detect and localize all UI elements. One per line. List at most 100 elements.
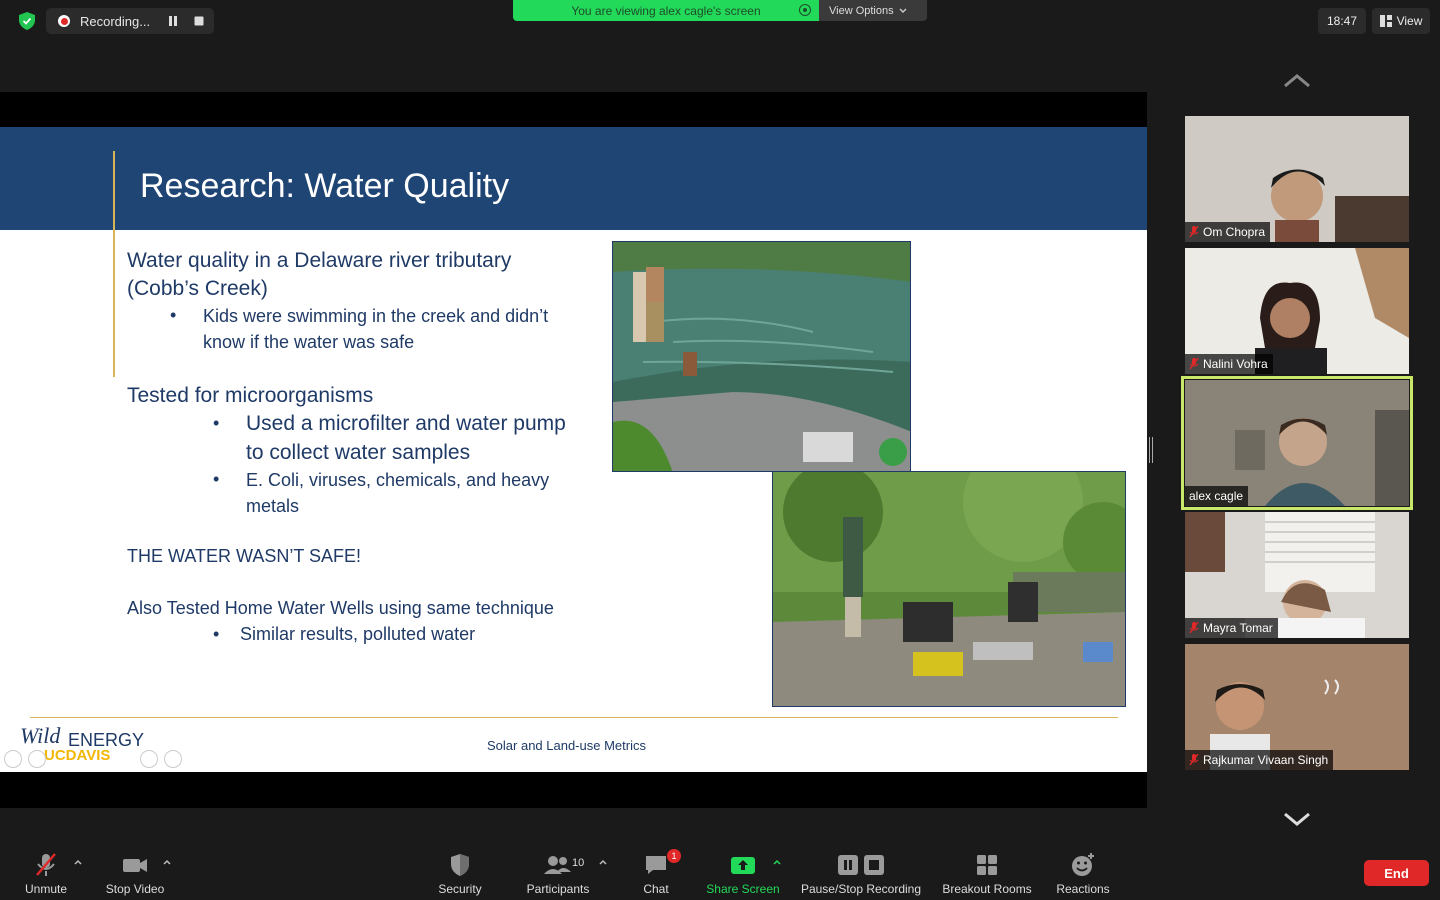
stop-recording-icon[interactable] [192,14,206,28]
meeting-clock: 18:47 [1318,8,1366,34]
slide-paragraph-1-line-1: Water quality in a Delaware river tribut… [127,249,512,272]
participants-count: 10 [572,857,585,869]
participant-name: Mayra Tomar [1203,621,1273,635]
pause-stop-recording-button[interactable]: Pause/Stop Recording [798,852,924,896]
unmute-button[interactable]: Unmute [22,852,70,896]
video-options-caret-icon[interactable] [162,858,172,866]
muted-mic-icon [1189,226,1199,238]
slide-paragraph-4: Also Tested Home Water Wells using same … [127,598,554,618]
participant-name-label: Nalini Vohra [1185,354,1273,374]
share-screen-label: Share Screen [706,882,780,896]
participant-name-label: Rajkumar Vivaan Singh [1185,750,1334,770]
participants-label: Participants [526,882,590,896]
participant-name-label: Mayra Tomar [1185,618,1278,638]
participant-name: alex cagle [1189,489,1244,503]
slide-title: Research: Water Quality [140,167,510,205]
video-tile-alex-cagle[interactable]: alex cagle [1181,376,1413,510]
chat-button[interactable]: 1 Chat [638,849,681,896]
participant-name-label: alex cagle [1185,486,1249,506]
view-label: View [1396,14,1423,28]
participant-gallery: Om Chopra Nalini Vohra alex cagle Mayra … [1147,44,1440,844]
slide-more-icon[interactable] [164,750,182,768]
slide-bullet-2-line-2: to collect water samples [246,441,471,464]
chevron-down-icon [899,8,907,13]
participants-icon [544,856,571,874]
bullet-marker: • [213,624,220,644]
slide-bullet-1-line-2: know if the water was safe [203,332,415,352]
breakout-rooms-icon [977,855,997,875]
recording-dot-icon [58,15,70,27]
view-options-button[interactable]: View Options [819,0,927,21]
viewing-banner-text: You are viewing alex cagle's screen [571,3,761,18]
grid-view-icon [1379,15,1392,27]
chevron-down-icon[interactable] [1282,810,1312,828]
reactions-button[interactable]: Reactions [1054,852,1112,896]
zoom-meeting-window: Recording... You are viewing alex cagle'… [0,0,1440,900]
security-button[interactable]: Security [436,852,484,896]
video-tile-nalini-vohra[interactable]: Nalini Vohra [1185,248,1409,374]
video-tile-rajkumar-vivaan-singh[interactable]: Rajkumar Vivaan Singh [1185,644,1409,770]
slide-bullet-3-line-2: metals [246,496,300,516]
meeting-toolbar: Unmute Stop Video Security 10 Participan… [0,846,1440,900]
security-shield-icon[interactable] [14,9,40,33]
previous-slide-icon[interactable] [4,750,22,768]
chat-unread-badge: 1 [667,849,681,863]
pause-recording-icon[interactable] [166,14,180,28]
bullet-marker: • [170,305,177,325]
slide-paragraph-2: Tested for microorganisms [127,384,374,407]
reactions-smiley-icon [1072,853,1094,876]
next-slide-icon[interactable] [28,750,46,768]
muted-mic-icon [1189,754,1199,766]
chat-bubble-icon [646,856,666,874]
slide-paragraph-3: THE WATER WASN’T SAFE! [127,546,362,566]
share-screen-icon [731,857,755,874]
share-options-caret-icon[interactable] [772,858,782,866]
recording-label: Recording... [80,13,151,29]
viewing-banner: You are viewing alex cagle's screen [513,0,819,21]
breakout-rooms-button[interactable]: Breakout Rooms [940,852,1034,896]
end-meeting-button[interactable]: End [1364,860,1429,886]
bullet-marker: • [213,469,220,489]
stop-video-button[interactable]: Stop Video [103,852,167,896]
security-label: Security [438,882,482,896]
pause-stop-recording-label: Pause/Stop Recording [800,882,922,896]
slide-bullet-3-line-1: E. Coli, viruses, chemicals, and heavy [246,470,550,490]
chat-label: Chat [643,882,669,896]
participant-name: Rajkumar Vivaan Singh [1203,753,1329,767]
stop-viewing-icon[interactable] [799,4,811,16]
slide-menu-icon[interactable] [140,750,158,768]
unmute-label: Unmute [24,882,68,896]
slide-navigation-controls [4,750,182,768]
stop-video-label: Stop Video [105,882,165,896]
share-screen-button[interactable]: Share Screen [704,852,782,896]
recording-indicator: Recording... [46,8,214,34]
participants-options-caret-icon[interactable] [598,858,608,866]
video-tile-mayra-tomar[interactable]: Mayra Tomar [1185,512,1409,638]
participant-name: Nalini Vohra [1203,357,1268,371]
muted-mic-icon [1189,358,1199,370]
shield-icon [451,854,469,876]
slide-footer-line [30,717,1118,718]
participants-button[interactable]: 10 Participants [524,852,592,896]
chevron-up-icon[interactable] [1282,72,1312,90]
muted-mic-icon [1189,622,1199,634]
shared-screen-area: Research: Water Quality Water quality in… [0,92,1147,808]
slide-bullet-2-line-1: Used a microfilter and water pump [246,412,566,435]
pause-stop-recording-icon [838,855,884,875]
view-button[interactable]: View [1372,8,1430,34]
slide-paragraph-1-line-2: (Cobb’s Creek) [127,277,268,300]
logo-wild: Wild [20,723,61,748]
presentation-slide: Research: Water Quality Water quality in… [0,127,1147,772]
participant-name: Om Chopra [1203,225,1266,239]
creek-kids-photo [612,241,911,472]
video-tile-om-chopra[interactable]: Om Chopra [1185,116,1409,242]
slide-bullet-1-line-1: Kids were swimming in the creek and didn… [203,306,549,326]
audio-options-caret-icon[interactable] [73,858,83,866]
muted-mic-icon [36,853,56,876]
reactions-label: Reactions [1056,882,1110,896]
bullet-marker: • [213,413,220,433]
view-options-label: View Options [829,4,894,17]
top-bar: Recording... You are viewing alex cagle'… [0,0,1440,44]
field-sampling-photo [772,471,1126,707]
slide-footer-text: Solar and Land-use Metrics [487,738,646,753]
